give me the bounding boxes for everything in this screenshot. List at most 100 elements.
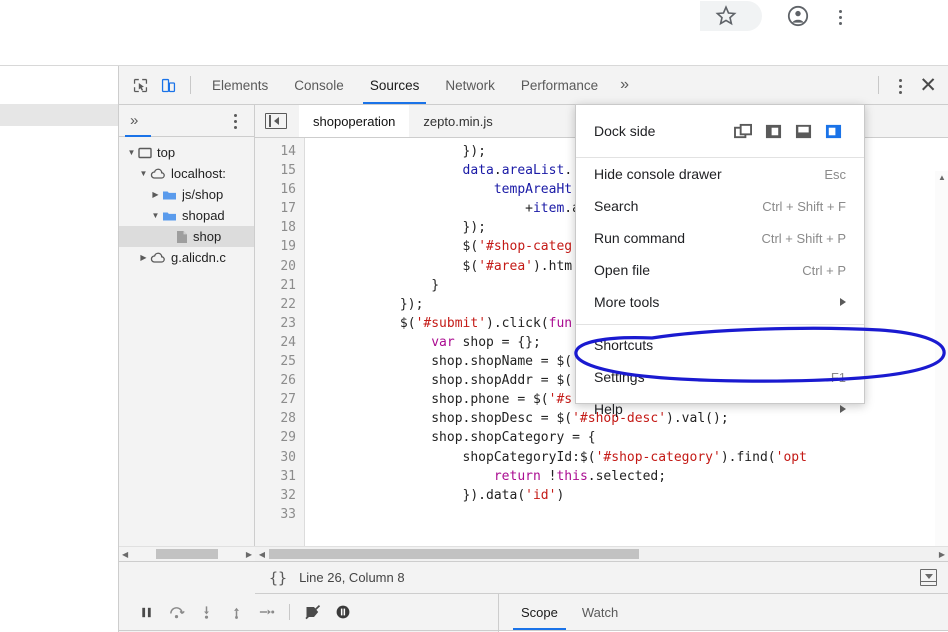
tab-elements[interactable]: Elements xyxy=(199,66,281,104)
undock-window-icon[interactable] xyxy=(730,118,756,144)
menu-item-label: Help xyxy=(594,401,623,417)
screenshot-root: 其他书签 Elements xyxy=(0,0,948,632)
scroll-up-arrow-icon[interactable]: ▲ xyxy=(935,171,948,185)
menu-item-run-command[interactable]: Run command Ctrl + Shift + P xyxy=(576,222,864,254)
chevron-right-icon xyxy=(840,405,846,413)
tab-label: Network xyxy=(445,77,495,93)
menu-item-label: Hide console drawer xyxy=(594,166,722,182)
code-line[interactable] xyxy=(306,505,948,524)
scroll-right-arrow-icon[interactable]: ▶ xyxy=(935,550,948,559)
star-icon[interactable] xyxy=(714,4,738,28)
tree-item-galicdn[interactable]: ▶ g.alicdn.c xyxy=(119,247,254,268)
tree-item-label: top xyxy=(157,145,176,160)
editor-tab-shopoperation[interactable]: shopoperation xyxy=(299,105,410,137)
line-number: 21 xyxy=(280,277,296,293)
navigator-horizontal-scrollbar[interactable]: ◀ ▶ xyxy=(119,546,255,561)
twisty-icon[interactable]: ▶ xyxy=(137,253,150,262)
editor-statusbar: {} Line 26, Column 8 xyxy=(255,561,948,594)
tree-item-shopadmin[interactable]: ▼ shopad xyxy=(119,205,254,226)
tab-performance[interactable]: Performance xyxy=(508,66,611,104)
show-console-drawer-icon[interactable] xyxy=(920,569,937,586)
menu-item-label: Shortcuts xyxy=(594,337,654,353)
navigator-menu-icon[interactable] xyxy=(226,111,244,131)
more-tabs-icon[interactable]: » xyxy=(611,76,638,94)
line-number: 27 xyxy=(280,392,296,408)
tree-item-top[interactable]: ▼ top xyxy=(119,142,254,163)
navigator-header: » xyxy=(119,105,254,137)
menu-item-help[interactable]: Help xyxy=(576,393,864,425)
tab-watch[interactable]: Watch xyxy=(570,594,630,630)
tab-network[interactable]: Network xyxy=(432,66,508,104)
line-number: 22 xyxy=(280,296,296,312)
browser-toolbar xyxy=(0,0,948,32)
dock-side-row: Dock side xyxy=(576,105,864,157)
chevron-right-icon xyxy=(840,298,846,306)
pretty-print-icon[interactable]: {} xyxy=(269,569,287,587)
tree-item-shopoperation-file[interactable]: shop xyxy=(119,226,254,247)
devtools-menu-icon[interactable] xyxy=(887,72,913,98)
scroll-right-arrow-icon[interactable]: ▶ xyxy=(243,550,255,559)
code-line[interactable]: shopCategoryId:$('#shop-category').find(… xyxy=(306,448,948,467)
step-icon[interactable] xyxy=(253,599,279,625)
line-number: 20 xyxy=(280,258,296,274)
menu-item-label: Open file xyxy=(594,262,651,278)
menu-item-search[interactable]: Search Ctrl + Shift + F xyxy=(576,190,864,222)
step-over-icon[interactable] xyxy=(163,599,189,625)
twisty-icon[interactable]: ▼ xyxy=(125,148,138,157)
tree-item-label: shop xyxy=(193,229,222,244)
menu-item-more-tools[interactable]: More tools xyxy=(576,286,864,318)
tab-label: Performance xyxy=(520,77,599,93)
debugger-controls xyxy=(119,594,498,631)
code-line[interactable]: }).data('id') xyxy=(306,486,948,505)
menu-item-settings[interactable]: Settings F1 xyxy=(576,361,864,393)
code-line[interactable]: shop.shopCategory = { xyxy=(306,428,948,447)
editor-tab-zepto[interactable]: zepto.min.js xyxy=(409,105,506,137)
inspect-element-icon[interactable] xyxy=(126,71,154,99)
collapse-sidebar-icon[interactable] xyxy=(265,113,287,129)
navigator-more-icon[interactable]: » xyxy=(130,112,138,129)
menu-item-open-file[interactable]: Open file Ctrl + P xyxy=(576,254,864,286)
twisty-icon[interactable]: ▶ xyxy=(149,190,162,199)
navigator-statusbar-filler xyxy=(119,561,255,594)
twisty-icon[interactable]: ▼ xyxy=(137,169,150,178)
pause-script-icon[interactable] xyxy=(133,599,159,625)
dock-side-label: Dock side xyxy=(594,123,656,139)
tree-item-js-shop[interactable]: ▶ js/shop xyxy=(119,184,254,205)
tab-console[interactable]: Console xyxy=(281,66,357,104)
pause-on-exceptions-icon[interactable] xyxy=(330,599,356,625)
browser-menu-icon[interactable] xyxy=(828,4,852,28)
tab-label: Elements xyxy=(212,77,269,93)
editor-horizontal-scrollbar[interactable]: ◀ ▶ xyxy=(255,546,948,561)
profile-avatar-icon[interactable] xyxy=(786,4,810,28)
tab-sources[interactable]: Sources xyxy=(357,66,433,104)
scrollbar-thumb[interactable] xyxy=(156,549,218,559)
step-into-icon[interactable] xyxy=(193,599,219,625)
devtools-tabbar: Elements Console Sources Network Perform… xyxy=(119,66,948,105)
close-icon[interactable]: ✕ xyxy=(919,75,937,96)
scroll-left-arrow-icon[interactable]: ◀ xyxy=(255,550,269,559)
tree-item-localhost[interactable]: ▼ localhost: xyxy=(119,163,254,184)
menu-item-hide-console-drawer[interactable]: Hide console drawer Esc xyxy=(576,158,864,190)
menu-item-shortcut: Esc xyxy=(824,166,846,182)
deactivate-breakpoints-icon[interactable] xyxy=(300,599,326,625)
line-number: 31 xyxy=(280,468,296,484)
code-line[interactable]: return !this.selected; xyxy=(306,467,948,486)
scroll-left-arrow-icon[interactable]: ◀ xyxy=(119,550,131,559)
menu-item-shortcuts[interactable]: Shortcuts xyxy=(576,329,864,361)
scrollbar-thumb[interactable] xyxy=(269,549,639,559)
menu-item-shortcut: F1 xyxy=(830,369,846,385)
menu-item-label: More tools xyxy=(594,294,660,310)
cursor-position-text: Line 26, Column 8 xyxy=(299,570,405,585)
line-number: 29 xyxy=(280,430,296,446)
file-tree: ▼ top ▼ localhost: ▶ js/shop ▼ shopad sh… xyxy=(119,137,254,268)
dock-bottom-icon[interactable] xyxy=(790,118,816,144)
dock-left-icon[interactable] xyxy=(760,118,786,144)
line-number: 24 xyxy=(280,334,296,350)
folder-icon xyxy=(162,189,177,201)
step-out-icon[interactable] xyxy=(223,599,249,625)
dock-right-icon[interactable] xyxy=(820,118,846,144)
tab-scope[interactable]: Scope xyxy=(509,594,570,630)
editor-vertical-scrollbar[interactable]: ▲ ▼ xyxy=(935,171,948,546)
device-toolbar-icon[interactable] xyxy=(154,71,182,99)
twisty-icon[interactable]: ▼ xyxy=(149,211,162,220)
